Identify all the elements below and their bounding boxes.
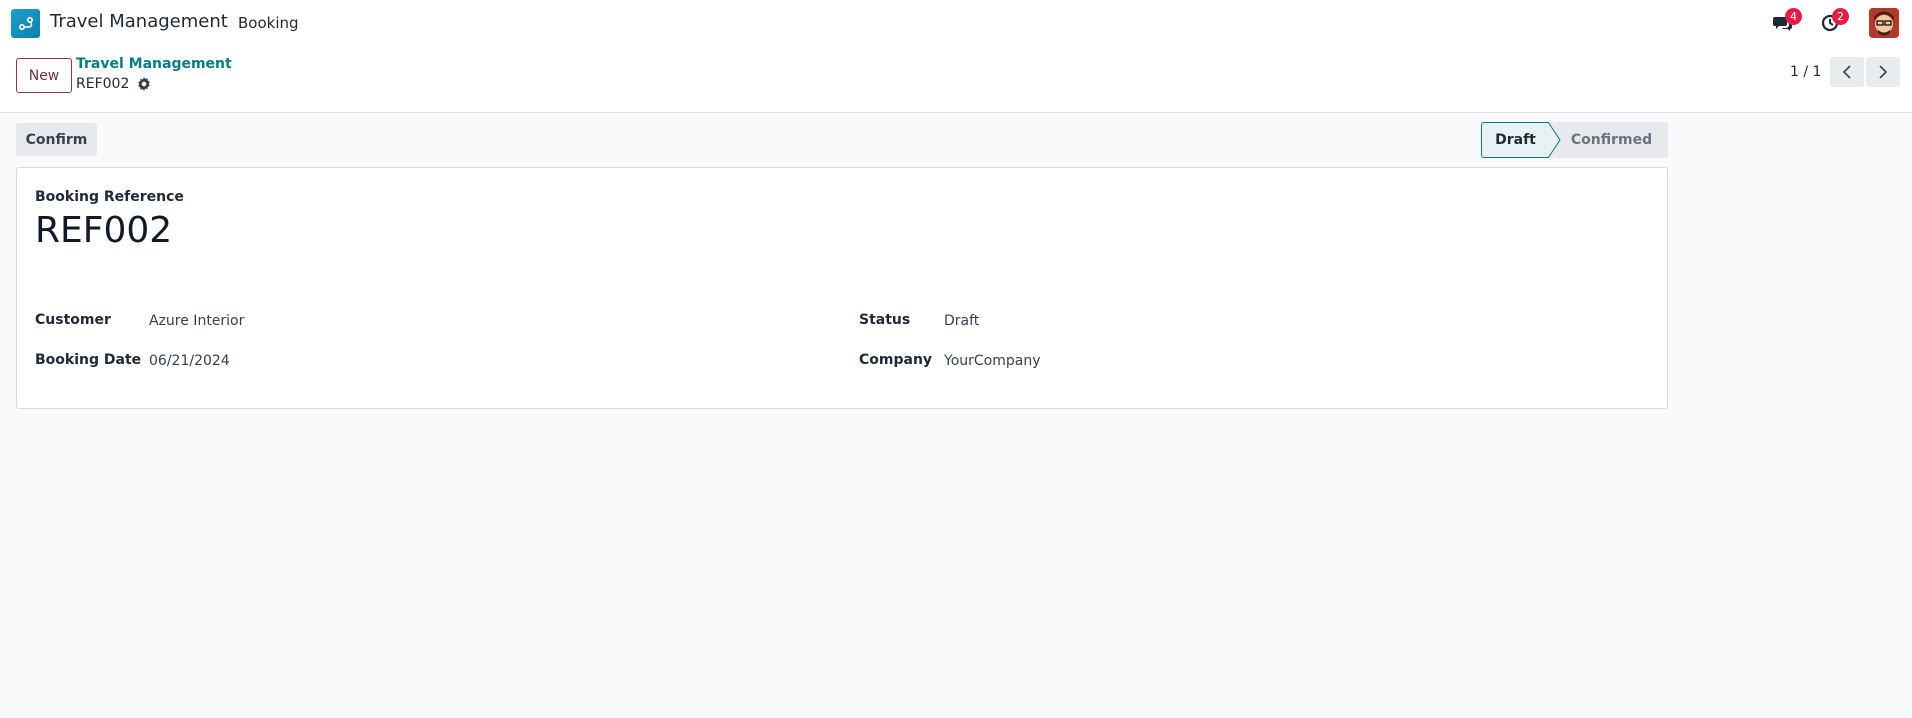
gear-icon[interactable]: [137, 77, 151, 91]
chevron-right-icon: [1879, 65, 1888, 79]
stage-draft[interactable]: Draft: [1481, 122, 1549, 158]
control-panel: New Travel Management REF002 1 / 1: [0, 46, 1912, 113]
pager-value[interactable]: 1 / 1: [1790, 64, 1821, 80]
stage-confirmed[interactable]: Confirmed: [1555, 122, 1668, 158]
pager-next-button[interactable]: [1866, 57, 1900, 87]
menu-booking[interactable]: Booking: [238, 14, 299, 32]
customer-field[interactable]: Azure Interior: [149, 313, 244, 329]
new-button[interactable]: New: [16, 58, 72, 93]
booking-date-label: Booking Date: [35, 352, 142, 368]
activities-badge: 2: [1832, 8, 1849, 25]
user-avatar[interactable]: [1869, 8, 1899, 38]
app-name[interactable]: Travel Management: [50, 11, 228, 32]
status-field[interactable]: Draft: [944, 313, 979, 329]
status-bar: Draft Confirmed: [1481, 122, 1668, 158]
messages-button[interactable]: 4: [1771, 8, 1802, 34]
messages-badge: 4: [1785, 8, 1802, 25]
breadcrumb-travel-management[interactable]: Travel Management: [76, 56, 232, 72]
form-sheet: Booking Reference REF002 Customer Azure …: [16, 167, 1668, 409]
company-field[interactable]: YourCompany: [944, 353, 1041, 369]
booking-date-field[interactable]: 06/21/2024: [149, 353, 230, 369]
record-name: REF002: [76, 76, 130, 92]
confirm-button[interactable]: Confirm: [16, 123, 97, 156]
travel-app-icon[interactable]: [11, 9, 40, 38]
chevron-left-icon: [1842, 65, 1851, 79]
company-label: Company: [859, 352, 933, 368]
activities-button[interactable]: 2: [1818, 8, 1849, 34]
status-label: Status: [859, 312, 911, 328]
booking-reference-label: Booking Reference: [35, 189, 184, 205]
top-navbar: Travel Management Booking 4 2: [0, 0, 1912, 46]
customer-label: Customer: [35, 312, 111, 328]
booking-reference-value[interactable]: REF002: [35, 210, 172, 251]
pager-previous-button[interactable]: [1830, 57, 1864, 87]
breadcrumb-current-record: REF002: [76, 76, 151, 92]
